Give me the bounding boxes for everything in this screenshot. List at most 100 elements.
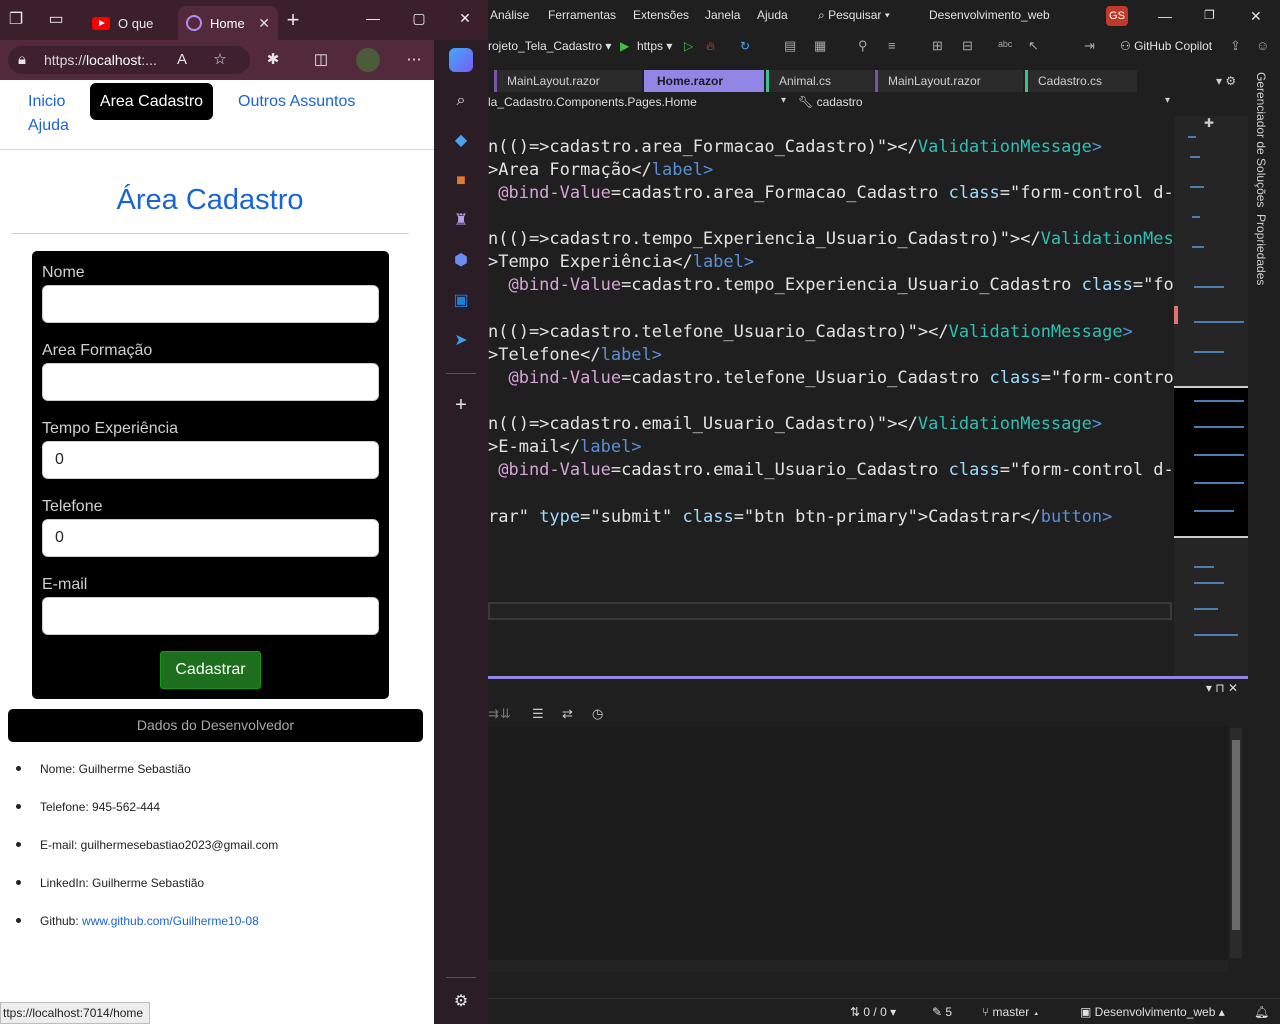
branch-selector[interactable]: ⑂ master ▴ <box>982 1005 1040 1019</box>
branch-icon: ⑂ <box>982 1005 993 1019</box>
tab-home-razor[interactable]: Home.razor <box>644 70 764 92</box>
hot-reload-icon[interactable]: 🔥︎ <box>706 39 715 54</box>
search-icon[interactable]: ⌕ <box>449 89 473 113</box>
minimap-viewport[interactable] <box>1174 386 1248 538</box>
layout-icon[interactable]: ▦ <box>814 38 826 54</box>
split-screen-icon[interactable]: ◫ <box>309 48 333 72</box>
minimize-button[interactable]: — <box>358 6 388 30</box>
notifications-icon[interactable]: 🔔︎ <box>1254 1005 1269 1019</box>
briefcase-icon[interactable]: ■ <box>449 169 473 193</box>
nav-inicio[interactable]: Inicio <box>28 93 65 111</box>
start-without-debug-icon[interactable]: ▷ <box>684 39 693 53</box>
tab-home[interactable]: Home ✕ <box>178 6 278 40</box>
format-icon[interactable]: ≡ <box>888 38 896 53</box>
split-icon[interactable]: ✚ <box>1204 116 1214 130</box>
type-dropdown[interactable]: la_Cadastro.Components.Pages.Home ▾ <box>488 95 790 109</box>
nome-input[interactable] <box>42 285 379 323</box>
read-aloud-icon[interactable]: A <box>170 48 194 72</box>
menu-janela[interactable]: Janela <box>705 8 740 22</box>
cadastrar-button[interactable]: Cadastrar <box>160 651 261 689</box>
nav-area-cadastro[interactable]: Area Cadastro <box>90 83 213 120</box>
lock-icon[interactable]: 🔒︎ <box>10 48 34 72</box>
start-debug-icon[interactable]: ▶ <box>620 39 629 53</box>
extensions-icon[interactable]: ✱ <box>261 48 285 72</box>
menu-ajuda[interactable]: Ajuda <box>757 8 788 22</box>
vs-minimize-button[interactable]: — <box>1158 8 1172 24</box>
vs-search-button[interactable]: ⌕ Pesquisar ▾ <box>818 8 890 23</box>
tab-mainlayout-razor[interactable]: MainLayout.razor <box>494 70 642 92</box>
uncomment-icon[interactable]: ⊟ <box>962 38 973 54</box>
vs-restore-button[interactable]: ❐ <box>1204 8 1215 22</box>
menu-extensoes[interactable]: Extensões <box>633 8 689 22</box>
user-avatar[interactable]: GS <box>1106 6 1128 26</box>
tag-icon[interactable]: ◆ <box>449 129 473 153</box>
favorite-icon[interactable]: ☆ <box>208 48 232 72</box>
output-vertical-scrollbar[interactable] <box>1230 728 1242 958</box>
nav-ajuda[interactable]: Ajuda <box>28 117 69 135</box>
pending-edits[interactable]: ✎ 5 <box>932 1005 952 1019</box>
comment-icon[interactable]: ⊞ <box>932 38 943 54</box>
profile-icon[interactable] <box>356 48 380 72</box>
settings-icon[interactable]: ⚙ <box>449 990 473 1014</box>
share-icon[interactable]: ⇪ <box>1230 38 1241 54</box>
new-tab-button[interactable]: + <box>281 8 305 32</box>
tab-cadastro-cs[interactable]: Cadastro.cs <box>1025 70 1137 92</box>
align-icon[interactable]: ⇊ <box>500 706 511 722</box>
outlook-icon[interactable]: ▣ <box>449 289 473 313</box>
tab-actions-icon[interactable]: ▭ <box>44 8 68 32</box>
tempo-experiencia-input[interactable]: 0 <box>42 441 379 479</box>
tab-youtube[interactable]: O que <box>84 6 176 40</box>
github-copilot-button[interactable]: ⚇ GitHub Copilot <box>1120 39 1212 53</box>
workspaces-icon[interactable]: ❐ <box>4 8 28 32</box>
solution-explorer-tab[interactable]: Gerenciador de Soluções <box>1254 72 1268 207</box>
scroll-lines-icon[interactable]: ⇉ <box>488 706 499 722</box>
clock-icon[interactable]: ◷ <box>592 706 603 722</box>
repository-selector[interactable]: ▣ Desenvolvimento_web ▴ <box>1080 1005 1225 1019</box>
output-horizontal-scrollbar[interactable] <box>488 960 1228 972</box>
feedback-icon[interactable]: ☺ <box>1256 38 1269 53</box>
nav-outros-assuntos[interactable]: Outros Assuntos <box>238 93 355 111</box>
github-link[interactable]: www.github.com/Guilherme10-08 <box>82 914 259 928</box>
code-editor[interactable]: n(()=>cadastro.area_Formacao_Cadastro)">… <box>488 116 1174 676</box>
search-icon[interactable]: ⚲ <box>858 38 868 54</box>
email-input[interactable] <box>42 597 379 635</box>
more-button[interactable]: ⋯ <box>402 48 426 72</box>
copilot-icon[interactable] <box>449 48 473 72</box>
menu-analise[interactable]: Análise <box>490 8 529 22</box>
add-icon[interactable]: + <box>449 393 473 417</box>
word-wrap-icon[interactable]: ⇄ <box>562 706 573 722</box>
scroll-thumb[interactable] <box>1232 740 1240 930</box>
indent-icon[interactable]: ⇥ <box>1084 38 1095 54</box>
output-content[interactable] <box>488 726 1228 960</box>
launch-profile-select[interactable]: https ▾ <box>637 39 672 53</box>
vs-close-button[interactable]: ✕ <box>1250 8 1262 25</box>
code-component: ValidationMessage <box>917 137 1092 157</box>
editor-horizontal-scrollbar[interactable] <box>488 602 1172 620</box>
startup-project-select[interactable]: rojeto_Tela_Cadastro ▾ <box>488 39 611 53</box>
chess-icon[interactable]: ♜ <box>449 209 473 233</box>
menu-ferramentas[interactable]: Ferramentas <box>548 8 616 22</box>
maximize-button[interactable]: ▢ <box>404 6 434 30</box>
cursor-icon[interactable]: ↖ <box>1028 38 1039 54</box>
panel-window-buttons[interactable]: ▾ ⊓ ✕ <box>1206 681 1238 695</box>
close-tab-icon[interactable]: ✕ <box>258 15 270 32</box>
minimap-line <box>1194 566 1214 568</box>
tab-mainlayout-razor-2[interactable]: MainLayout.razor <box>875 70 1023 92</box>
list-item: Github: www.github.com/Guilherme10-08 <box>16 913 278 951</box>
folder-icon[interactable]: ▤ <box>784 38 796 54</box>
area-formacao-input[interactable] <box>42 363 379 401</box>
send-icon[interactable]: ➤ <box>449 329 473 353</box>
member-dropdown[interactable]: 🔧︎ cadastro ▾ <box>798 95 1174 109</box>
telefone-input[interactable]: 0 <box>42 519 379 557</box>
clear-all-icon[interactable]: ☰ <box>532 706 544 722</box>
properties-tab[interactable]: Propriedades <box>1254 214 1268 285</box>
tab-overflow-icon[interactable]: ▾ ⚙ <box>1216 74 1236 88</box>
tab-animal-cs[interactable]: Animal.cs <box>766 70 874 92</box>
line-changes[interactable]: ⇅ 0 / 0 ▾ <box>850 1005 896 1019</box>
close-window-button[interactable]: ✕ <box>450 6 480 30</box>
code-minimap[interactable]: ✚ <box>1174 116 1248 676</box>
spelling-icon[interactable]: ᵃᵇᶜ <box>998 38 1012 53</box>
refresh-icon[interactable]: ↻ <box>740 39 750 53</box>
edge-icon[interactable]: ⬢ <box>449 249 473 273</box>
panel-splitter[interactable] <box>488 676 1248 679</box>
